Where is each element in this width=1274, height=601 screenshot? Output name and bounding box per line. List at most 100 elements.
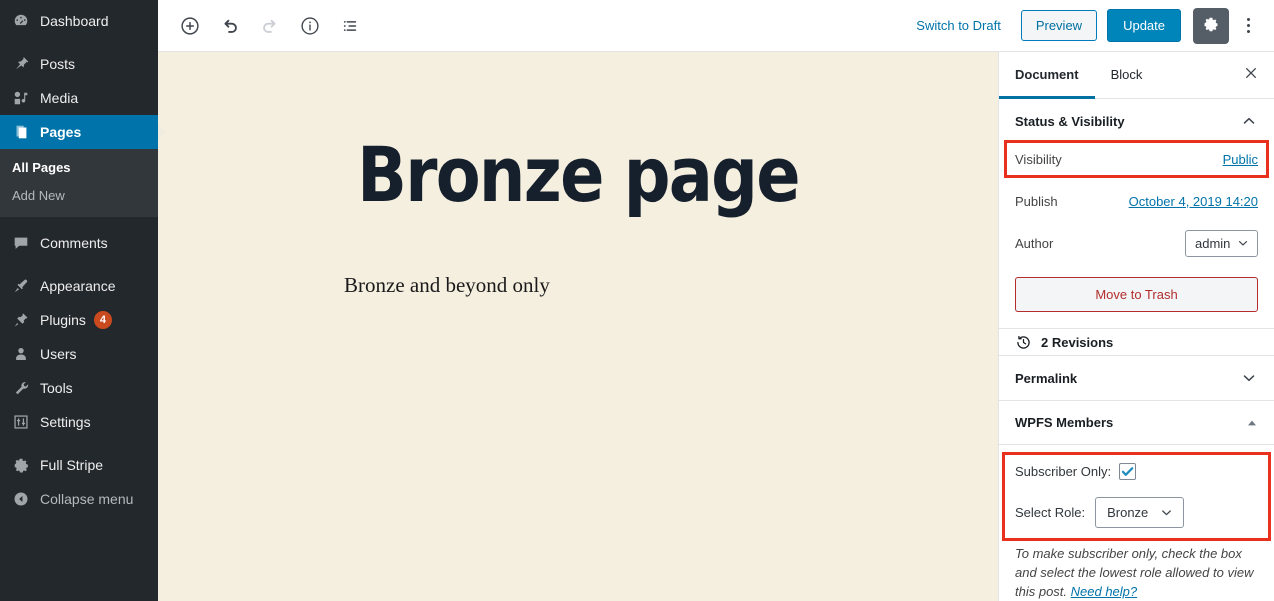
author-select-wrapper: admin	[1185, 229, 1258, 257]
publish-date-button[interactable]: October 4, 2019 14:20	[1129, 194, 1258, 209]
submenu-item-label: Add New	[12, 188, 65, 203]
menu-separator	[0, 439, 158, 448]
sidebar-item-posts[interactable]: Posts	[0, 47, 158, 81]
settings-sliders-icon	[11, 412, 31, 432]
need-help-link[interactable]: Need help?	[1071, 584, 1138, 599]
subscriber-only-label: Subscriber Only:	[1015, 464, 1112, 479]
plugins-update-badge: 4	[93, 311, 113, 329]
wordpress-block-editor: Dashboard Posts Media Pages All Pages Ad…	[0, 0, 1274, 601]
publish-label: Publish	[1015, 193, 1058, 209]
post-canvas[interactable]: Bronze page Bronze and beyond only	[158, 52, 998, 601]
plus-circle-icon[interactable]	[172, 8, 208, 44]
sidebar-item-tools[interactable]: Tools	[0, 371, 158, 405]
sidebar-item-label: Comments	[40, 235, 108, 251]
sidebar-item-users[interactable]: Users	[0, 337, 158, 371]
checkmark-icon	[1120, 464, 1135, 479]
switch-to-draft-button[interactable]: Switch to Draft	[904, 12, 1013, 39]
sidebar-item-pages[interactable]: Pages	[0, 115, 166, 149]
panel-body-wpfs-members: Subscriber Only: Select Role: Bronze To …	[999, 445, 1274, 601]
more-menu-button[interactable]	[1233, 8, 1263, 44]
chevron-down-icon	[1240, 369, 1258, 387]
panel-body-status-visibility: Visibility Public Publish October 4, 201…	[999, 140, 1274, 328]
revisions-label: 2 Revisions	[1041, 334, 1114, 350]
plugin-icon	[11, 310, 31, 330]
subscriber-only-checkbox[interactable]	[1119, 463, 1137, 480]
close-settings-button[interactable]	[1228, 52, 1274, 98]
tab-document[interactable]: Document	[999, 52, 1095, 99]
vertical-ellipsis-icon	[1246, 24, 1250, 27]
update-button[interactable]: Update	[1107, 9, 1181, 42]
submenu-item-label: All Pages	[12, 160, 71, 175]
menu-separator	[0, 260, 158, 269]
move-to-trash-button[interactable]: Move to Trash	[1015, 277, 1258, 312]
sidebar-item-label: Full Stripe	[40, 457, 104, 473]
tab-label: Block	[1110, 66, 1143, 82]
settings-sidebar: Document Block Status & Visibility Visib…	[998, 52, 1274, 601]
panel-header-status-visibility[interactable]: Status & Visibility	[999, 99, 1274, 143]
wpfs-highlighted-controls: Subscriber Only: Select Role: Bronze	[1002, 452, 1271, 541]
media-icon	[11, 88, 31, 108]
submenu-item-add-new[interactable]: Add New	[0, 182, 158, 210]
settings-gear-button[interactable]	[1193, 7, 1229, 44]
select-role-row: Select Role: Bronze	[1015, 497, 1258, 528]
sidebar-item-comments[interactable]: Comments	[0, 226, 158, 260]
post-paragraph-block[interactable]: Bronze and beyond only	[344, 273, 938, 298]
sidebar-item-media[interactable]: Media	[0, 81, 158, 115]
author-select[interactable]: admin	[1185, 229, 1258, 257]
editor-toolbar: Switch to Draft Preview Update	[158, 0, 1274, 52]
sidebar-item-label: Collapse menu	[40, 491, 134, 507]
toolbar-left-group	[172, 8, 368, 44]
sidebar-item-label: Plugins	[40, 312, 86, 328]
menu-separator	[0, 217, 158, 226]
close-icon	[1243, 65, 1259, 86]
undo-icon[interactable]	[212, 8, 248, 44]
collapse-arrow-icon	[11, 489, 31, 509]
visibility-label: Visibility	[1015, 151, 1062, 167]
sidebar-item-plugins[interactable]: Plugins 4	[0, 303, 158, 337]
submenu-item-all-pages[interactable]: All Pages	[0, 154, 158, 182]
sidebar-item-label: Posts	[40, 56, 76, 72]
toolbar-right-group: Switch to Draft Preview Update	[904, 7, 1263, 44]
sidebar-item-label: Dashboard	[40, 13, 109, 29]
sidebar-item-label: Media	[40, 90, 79, 106]
select-role-dropdown[interactable]: Bronze	[1095, 497, 1185, 528]
sidebar-item-settings[interactable]: Settings	[0, 405, 158, 439]
info-circle-icon[interactable]	[292, 8, 328, 44]
sidebar-item-appearance[interactable]: Appearance	[0, 269, 158, 303]
post-title[interactable]: Bronze page	[268, 135, 887, 215]
panel-wpfs-members: WPFS Members Subscriber Only: Select Rol…	[999, 401, 1274, 601]
select-role-wrapper: Bronze	[1095, 497, 1185, 528]
select-role-label: Select Role:	[1015, 505, 1086, 520]
sidebar-item-collapse-menu[interactable]: Collapse menu	[0, 482, 158, 516]
wpfs-help-text: To make subscriber only, check the box a…	[1015, 544, 1258, 601]
users-icon	[11, 344, 31, 364]
brush-icon	[11, 276, 31, 296]
triangle-up-icon	[1246, 417, 1258, 429]
sidebar-item-label: Users	[40, 346, 77, 362]
publish-row[interactable]: Publish October 4, 2019 14:20	[1015, 185, 1258, 217]
panel-title: Status & Visibility	[1015, 113, 1125, 129]
preview-button[interactable]: Preview	[1020, 10, 1098, 41]
sidebar-item-dashboard[interactable]: Dashboard	[0, 4, 158, 38]
panel-header-permalink[interactable]: Permalink	[999, 356, 1274, 400]
subscriber-only-row: Subscriber Only:	[1015, 463, 1258, 480]
gear-icon	[11, 455, 31, 475]
visibility-value-button[interactable]: Public	[1223, 152, 1258, 167]
menu-separator	[0, 38, 158, 47]
sidebar-item-full-stripe[interactable]: Full Stripe	[0, 448, 158, 482]
vertical-ellipsis-icon	[1246, 30, 1250, 33]
comments-icon	[11, 233, 31, 253]
panel-header-wpfs-members[interactable]: WPFS Members	[999, 401, 1274, 445]
panel-permalink: Permalink	[999, 356, 1274, 401]
sidebar-item-label: Settings	[40, 414, 91, 430]
panel-title: Permalink	[1015, 370, 1078, 386]
panel-title: WPFS Members	[1015, 415, 1114, 430]
settings-tablist: Document Block	[999, 52, 1274, 99]
sidebar-item-label: Pages	[40, 124, 82, 140]
tab-block[interactable]: Block	[1095, 52, 1159, 99]
revisions-row[interactable]: 2 Revisions	[999, 329, 1274, 356]
revision-clock-icon	[1015, 334, 1032, 351]
list-view-icon[interactable]	[332, 8, 368, 44]
panel-status-visibility: Status & Visibility Visibility Public Pu…	[999, 99, 1274, 329]
visibility-row-highlighted[interactable]: Visibility Public	[1004, 140, 1269, 178]
